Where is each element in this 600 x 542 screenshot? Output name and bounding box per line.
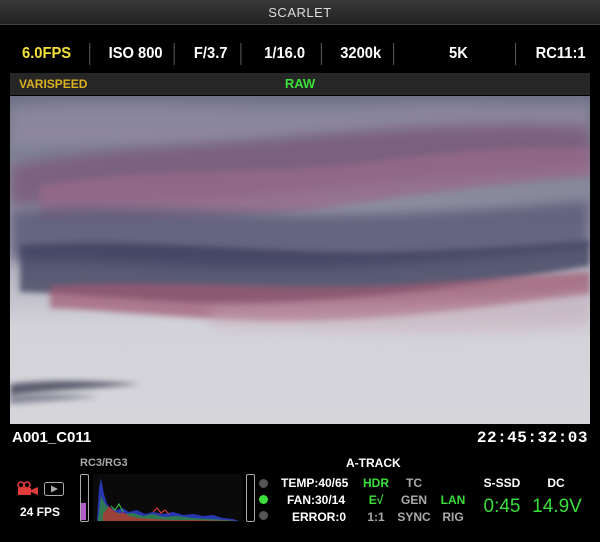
- a-track-label: A-TRACK: [346, 456, 401, 470]
- raw-format-indicator: RAW: [284, 76, 316, 91]
- redcode-button[interactable]: RC11:1: [524, 43, 597, 65]
- audio-meter-right: [246, 474, 255, 522]
- error-readout: ERROR:0: [292, 510, 347, 524]
- sky-clouds-image: [10, 96, 590, 424]
- temp-readout: TEMP:40/65: [281, 476, 349, 490]
- project-fps: 24 FPS: [20, 505, 61, 519]
- ev-indicator: E√: [368, 493, 384, 507]
- audio-meter-left-level: [81, 503, 86, 520]
- clip-name: A001_C011: [12, 429, 92, 446]
- indicator-dot-fan: [259, 495, 268, 504]
- resolution-button[interactable]: 5K: [402, 43, 516, 65]
- record-camera-icon[interactable]: [16, 480, 40, 501]
- aperture-button[interactable]: F/3.7: [181, 43, 242, 65]
- power-voltage: 14.9V: [532, 496, 582, 517]
- histogram: [93, 474, 242, 522]
- indicator-dot-error: [259, 511, 268, 520]
- framerate-button[interactable]: 6.0FPS: [4, 43, 91, 65]
- sync-indicator: SYNC: [397, 510, 431, 524]
- power-label: DC: [547, 476, 565, 490]
- fan-readout: FAN:30/14: [287, 493, 346, 507]
- shutter-button[interactable]: 1/16.0: [248, 43, 322, 65]
- color-space-label: RC3/RG3: [80, 457, 128, 469]
- playback-icon[interactable]: [44, 482, 64, 501]
- window-title-bar: SCARLET: [0, 0, 600, 25]
- media-time-remaining: 0:45: [483, 496, 521, 517]
- histogram-graph: [97, 478, 239, 521]
- ratio-indicator: 1:1: [367, 510, 385, 524]
- camera-parameter-bar: 6.0FPS ISO 800 F/3.7 1/16.0 3200k 5K RC1…: [0, 36, 600, 72]
- gen-indicator: GEN: [400, 493, 427, 507]
- timecode: 22:45:32:03: [476, 429, 588, 447]
- media-label: S-SSD: [483, 476, 521, 490]
- tc-indicator: TC: [406, 476, 422, 490]
- lan-indicator: LAN: [440, 493, 466, 507]
- iso-button[interactable]: ISO 800: [97, 43, 175, 65]
- hdr-indicator: HDR: [363, 476, 389, 490]
- indicator-dot-temp: [259, 479, 268, 488]
- white-balance-button[interactable]: 3200k: [328, 43, 395, 65]
- live-view-image: [10, 96, 590, 424]
- rig-indicator: RIG: [442, 510, 464, 524]
- window-title: SCARLET: [268, 4, 332, 20]
